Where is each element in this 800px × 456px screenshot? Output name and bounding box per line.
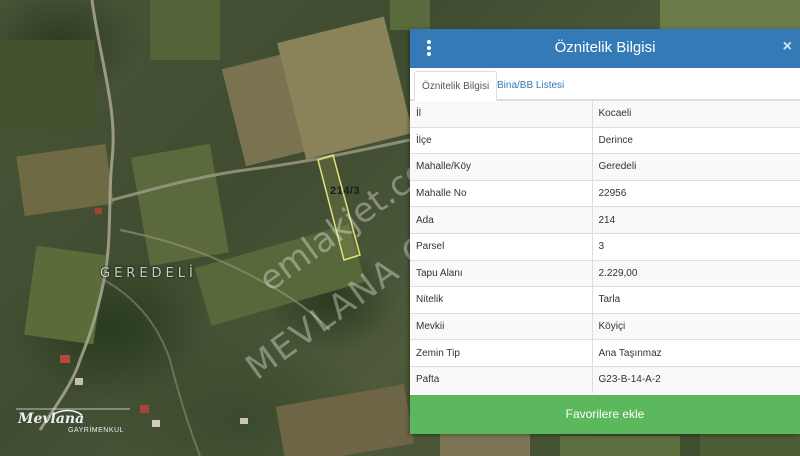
attribute-value: 2.229,00 bbox=[592, 259, 800, 287]
table-row: Parsel 3 bbox=[410, 232, 800, 261]
logo-subtitle: GAYRİMENKUL bbox=[68, 427, 124, 434]
building bbox=[60, 355, 70, 363]
attribute-key: Mahalle No bbox=[410, 179, 593, 207]
table-row: İl Kocaeli bbox=[410, 100, 800, 128]
table-row: Tapu Alanı 2.229,00 bbox=[410, 259, 800, 287]
tab-building-list[interactable]: Bina/BB Listesi bbox=[490, 71, 571, 101]
table-row: Mahalle/Köy Geredeli bbox=[410, 153, 800, 181]
attribute-value: Ana Taşınmaz bbox=[592, 339, 800, 367]
attribute-key: İlçe bbox=[410, 126, 593, 154]
table-row: İlçe Derince bbox=[410, 126, 800, 154]
panel-header: Öznitelik Bilgisi × bbox=[410, 29, 800, 68]
table-row: Pafta G23-B-14-A-2 bbox=[410, 365, 800, 394]
parcel-outline bbox=[317, 154, 361, 261]
mevlana-logo: Mevlana GAYRİMENKUL bbox=[12, 405, 134, 441]
attribute-value: Tarla bbox=[592, 286, 800, 314]
table-row: Mevkii Köyiçi bbox=[410, 312, 800, 340]
attribute-value: Derince bbox=[592, 126, 800, 154]
attribute-value: Kocaeli bbox=[592, 100, 800, 128]
table-row: Zemin Tip Ana Taşınmaz bbox=[410, 339, 800, 367]
add-to-favorites-button[interactable]: Favorilere ekle bbox=[410, 395, 800, 434]
logo-brand: Mevlana bbox=[18, 411, 85, 427]
building bbox=[152, 420, 160, 427]
attribute-key: Nitelik bbox=[410, 286, 593, 314]
road bbox=[38, 0, 115, 431]
attribute-key: Ada bbox=[410, 206, 593, 234]
building bbox=[75, 378, 83, 385]
tab-attribute-info[interactable]: Öznitelik Bilgisi bbox=[414, 71, 498, 101]
attribute-value: Geredeli bbox=[592, 153, 800, 181]
table-row: Nitelik Tarla bbox=[410, 286, 800, 314]
parcel-label: 214/3 bbox=[330, 185, 361, 197]
close-icon[interactable]: × bbox=[783, 38, 792, 56]
building bbox=[95, 208, 102, 214]
attribute-table: İl Kocaeli İlçe Derince Mahalle/Köy Geredeli M… bbox=[410, 100, 800, 394]
building bbox=[240, 418, 248, 424]
attribute-key: Mahalle/Köy bbox=[410, 153, 593, 181]
attribute-value: 22956 bbox=[592, 179, 800, 207]
attribute-key: Parsel bbox=[410, 232, 593, 261]
panel-tabs: Öznitelik Bilgisi Bina/BB Listesi bbox=[410, 68, 800, 101]
village-label: GEREDELİ bbox=[100, 266, 197, 281]
road bbox=[111, 138, 411, 202]
building bbox=[140, 405, 149, 413]
attribute-value: G23-B-14-A-2 bbox=[592, 365, 800, 394]
table-row: Ada 214 bbox=[410, 206, 800, 234]
panel-title: Öznitelik Bilgisi bbox=[554, 39, 656, 56]
attribute-key: İl bbox=[410, 100, 593, 128]
attribute-key: Mevkii bbox=[410, 312, 593, 340]
attribute-key: Tapu Alanı bbox=[410, 259, 593, 287]
attribute-value: 3 bbox=[592, 232, 800, 261]
attribute-key: Zemin Tip bbox=[410, 339, 593, 367]
attribute-value: Köyiçi bbox=[592, 312, 800, 340]
attribute-value: 214 bbox=[592, 206, 800, 234]
attribute-panel: Öznitelik Bilgisi × Öznitelik Bilgisi Bi… bbox=[410, 29, 800, 434]
table-row: Mahalle No 22956 bbox=[410, 179, 800, 207]
attribute-key: Pafta bbox=[410, 365, 593, 394]
